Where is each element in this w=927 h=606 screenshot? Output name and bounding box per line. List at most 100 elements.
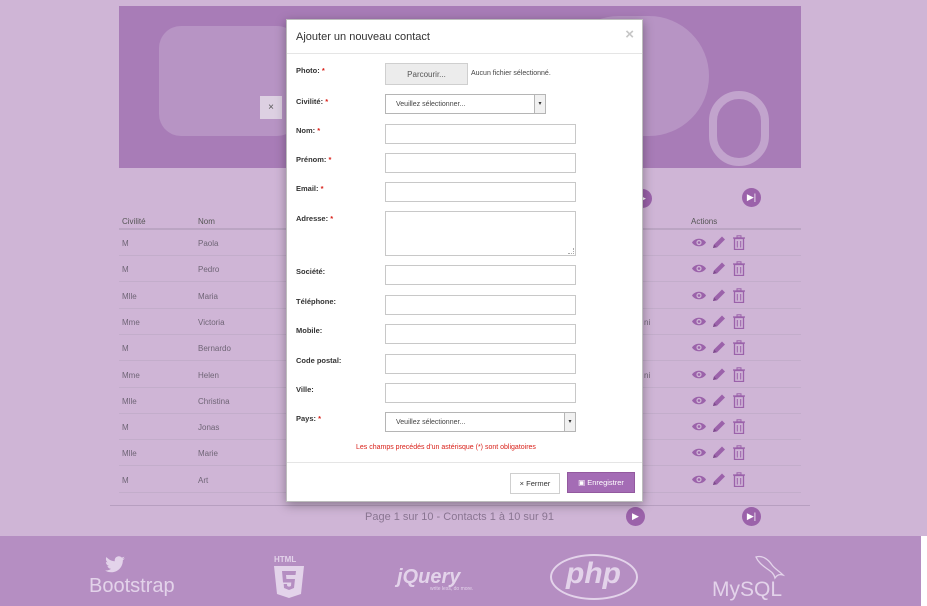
trash-icon[interactable] — [731, 287, 747, 303]
pencil-icon[interactable] — [711, 472, 727, 487]
telephone-input[interactable] — [385, 295, 576, 315]
pencil-icon[interactable] — [711, 445, 727, 460]
trash-icon[interactable] — [731, 235, 747, 250]
prenom-input[interactable] — [385, 153, 576, 173]
add-contact-modal: Ajouter un nouveau contact × Photo: * Pa… — [286, 19, 643, 502]
required-asterisk: * — [317, 126, 321, 135]
prenom-label: Prénom: * — [296, 155, 332, 164]
nom-input[interactable] — [385, 124, 576, 144]
eye-icon[interactable] — [691, 445, 707, 460]
cell-extra: ni — [644, 317, 651, 327]
save-button[interactable]: ▣ Enregistrer — [567, 472, 635, 493]
hero-close-button[interactable]: × — [260, 96, 282, 119]
cell-nom: Jonas — [198, 423, 220, 433]
code-postal-input[interactable] — [385, 354, 576, 374]
pencil-icon[interactable] — [711, 314, 727, 329]
cell-nom: Art — [198, 475, 209, 485]
societe-input[interactable] — [385, 265, 576, 285]
floppy-disk-icon: ▣ — [578, 478, 586, 487]
email-label: Email: * — [296, 184, 324, 193]
pencil-icon[interactable] — [711, 340, 727, 355]
cell-nom: Bernardo — [198, 344, 231, 354]
chevron-down-icon: ▾ — [564, 413, 575, 431]
civilite-label: Civilité: * — [296, 97, 329, 106]
photo-browse-button[interactable]: Parcourir... — [385, 63, 468, 85]
pagination-last-icon[interactable]: ▶| — [742, 188, 761, 207]
trash-icon[interactable] — [731, 471, 747, 487]
modal-header: Ajouter un nouveau contact × — [287, 20, 642, 54]
close-button[interactable]: × Fermer — [510, 473, 560, 494]
cell-civilite: Mme — [122, 317, 140, 327]
resize-handle-icon[interactable] — [568, 248, 574, 254]
required-asterisk: * — [330, 214, 334, 223]
required-fields-note: Les champs precédés d'un astérisque (*) … — [356, 444, 536, 451]
adresse-label: Adresse: * — [296, 214, 334, 223]
cell-nom: Christina — [198, 396, 230, 406]
societe-label: Société: — [296, 267, 326, 276]
eye-icon[interactable] — [691, 340, 707, 355]
row-actions — [691, 393, 747, 408]
eye-icon[interactable] — [691, 314, 707, 329]
pays-select[interactable]: Veuillez sélectionner... ▾ — [385, 412, 576, 432]
row-actions — [691, 261, 747, 277]
pagination-summary: Page 1 sur 10 - Contacts 1 à 10 sur 91 — [365, 511, 554, 523]
footer-edge — [921, 536, 927, 606]
pencil-icon[interactable] — [711, 393, 727, 408]
row-actions — [691, 235, 747, 250]
cell-civilite: M — [122, 344, 129, 354]
pagination-next-icon[interactable]: ▶ — [626, 507, 645, 526]
close-icon[interactable]: × — [625, 26, 634, 43]
eye-icon[interactable] — [691, 393, 707, 408]
modal-title: Ajouter un nouveau contact — [296, 31, 430, 43]
adresse-textarea[interactable] — [385, 211, 576, 256]
pencil-icon[interactable] — [711, 367, 727, 382]
mobile-label: Mobile: — [296, 326, 323, 335]
pays-label: Pays: * — [296, 414, 322, 423]
trash-icon[interactable] — [731, 314, 747, 329]
pencil-icon[interactable] — [711, 288, 727, 303]
column-header-civilite[interactable]: Civilité — [122, 217, 146, 226]
eye-icon[interactable] — [691, 235, 707, 250]
eye-icon[interactable] — [691, 367, 707, 382]
ville-input[interactable] — [385, 383, 576, 403]
eye-icon[interactable] — [691, 472, 707, 487]
trash-icon[interactable] — [731, 445, 747, 461]
cell-civilite: Mlle — [122, 396, 137, 406]
chevron-down-icon: ▾ — [534, 95, 545, 113]
civilite-select[interactable]: Veuillez sélectionner... ▾ — [385, 94, 546, 114]
photo-file-status: Aucun fichier sélectionné. — [471, 70, 551, 77]
eye-icon[interactable] — [691, 261, 707, 276]
pagination-last-icon[interactable]: ▶| — [742, 507, 761, 526]
required-asterisk: * — [321, 66, 325, 75]
mobile-input[interactable] — [385, 324, 576, 344]
trash-icon[interactable] — [731, 393, 747, 408]
pencil-icon[interactable] — [711, 235, 727, 250]
trash-icon[interactable] — [731, 419, 747, 435]
required-asterisk: * — [318, 414, 322, 423]
row-actions — [691, 366, 747, 382]
row-actions — [691, 340, 747, 356]
trash-icon[interactable] — [731, 340, 747, 356]
ville-label: Ville: — [296, 385, 314, 394]
cell-nom: Marie — [198, 449, 219, 459]
eye-icon[interactable] — [691, 288, 707, 303]
jquery-tagline: write less, do more. — [430, 586, 474, 592]
nom-label: Nom: * — [296, 126, 321, 135]
column-header-actions: Actions — [691, 217, 718, 226]
cell-nom: Helen — [198, 370, 219, 380]
column-header-nom[interactable]: Nom — [198, 217, 215, 226]
eye-icon[interactable] — [691, 419, 707, 434]
html5-logo-icon: HTML — [274, 555, 304, 598]
trash-icon[interactable] — [731, 366, 747, 382]
twitter-bird-icon — [105, 556, 125, 573]
hero-decor — [709, 91, 769, 166]
required-asterisk: * — [325, 97, 329, 106]
email-field[interactable] — [385, 182, 576, 202]
php-logo: php — [566, 557, 621, 590]
cell-civilite: Mlle — [122, 449, 137, 459]
trash-icon[interactable] — [731, 261, 747, 277]
cell-nom: Paola — [198, 239, 219, 248]
pencil-icon[interactable] — [711, 419, 727, 434]
pencil-icon[interactable] — [711, 261, 727, 276]
row-actions — [691, 445, 747, 461]
